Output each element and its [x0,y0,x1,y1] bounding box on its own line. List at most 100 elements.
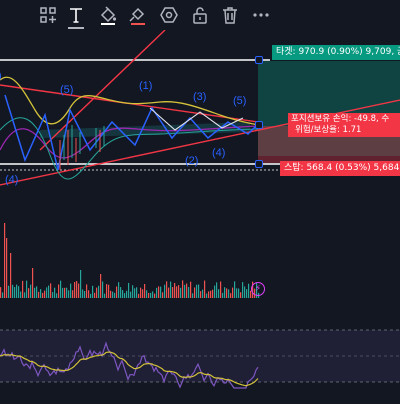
volume-bar [202,289,204,298]
volume-bar [210,290,212,298]
volume-bar [98,285,100,298]
drawing-toolbar [0,0,400,30]
volume-bar [204,280,206,298]
volume-bar [180,287,182,298]
volume-bar [116,286,118,298]
volume-bar [86,284,88,298]
volume-bar [214,285,216,298]
brush-bucket-icon[interactable] [126,3,150,27]
volume-bar [36,286,38,298]
volume-bar [54,287,56,298]
stop-handle[interactable] [255,160,263,168]
wave-label: (3) [193,91,206,103]
volume-bar [176,286,178,298]
volume-bar [168,287,170,298]
volume-bar [216,282,218,298]
settings-hex-icon[interactable] [157,3,181,27]
wave-label: (1) [139,80,152,92]
volume-bar [200,291,202,298]
volume-bar [102,281,104,298]
volume-bar [136,287,138,298]
volume-bar [12,284,14,298]
volume-bars [0,223,260,298]
volume-bar [34,287,36,298]
volume-bar [138,293,140,298]
volume-bar [206,293,208,298]
volume-bar [212,289,214,298]
volume-bar [84,290,86,298]
volume-bar [62,287,64,298]
volume-bar [60,280,62,298]
volume-bar [236,288,238,298]
position-pnl-box: 포지션보유 손익: -49.8, 수 위험/보상율: 1.71 [288,113,400,137]
text-tool-icon[interactable] [64,3,88,29]
volume-bar [80,270,82,298]
volume-bar [44,290,46,298]
volume-bar [126,290,128,298]
volume-bar [224,287,226,298]
unlock-icon[interactable] [188,3,212,27]
volume-bar [72,290,74,298]
volume-bar [154,293,156,298]
volume-bar [246,289,248,298]
volume-bar [240,292,242,298]
volume-bar [120,287,122,298]
volume-bar [198,284,200,298]
rsi-pane[interactable] [0,312,400,400]
trash-icon[interactable] [218,3,242,27]
wave-label: (4) [212,147,225,159]
volume-bar [52,292,54,298]
volume-bar [28,288,30,298]
wave-label: ) [0,70,2,82]
lightning-alert-icon[interactable]: ⚡ [251,282,265,296]
volume-bar [228,289,230,298]
volume-bar [96,287,98,298]
volume-bar [174,282,176,298]
volume-bar [74,281,76,298]
volume-bar [4,223,6,298]
volume-bar [48,285,50,298]
volume-bar [188,286,190,298]
volume-bar [144,283,146,298]
volume-bar [244,286,246,298]
volume-bar [110,290,112,298]
volume-bar [20,291,22,298]
volume-bar [172,287,174,298]
volume-bar [238,288,240,298]
more-icon[interactable] [249,3,273,27]
ma-yellow-line [0,76,259,126]
volume-bar [226,288,228,298]
volume-bar [78,283,80,298]
paint-bucket-icon[interactable] [96,3,120,27]
volume-bar [194,287,196,298]
volume-bar [118,282,120,298]
volume-bar [184,284,186,298]
volume-bar [106,284,108,298]
volume-bar [46,287,48,298]
volume-bar [158,286,160,298]
wave-label: (4) [5,174,18,186]
volume-bar [70,283,72,298]
volume-bar [16,284,18,298]
volume-bar [56,293,58,298]
volume-bar [128,282,130,298]
volume-bar [64,287,66,298]
volume-bar [132,285,134,298]
volume-bar [160,286,162,298]
volume-bar [50,283,52,298]
volume-bar [162,292,164,298]
volume-bar [82,289,84,298]
plus-grid-icon[interactable] [36,3,60,27]
volume-bar [196,284,198,298]
volume-bar [40,289,42,298]
volume-bar [2,292,4,298]
volume-pane[interactable] [0,220,400,310]
volume-bar [6,238,8,298]
volume-bar [76,281,78,298]
volume-bar [0,287,2,298]
volume-bar [90,293,92,298]
entry-handle[interactable] [255,121,263,129]
volume-bar [192,293,194,298]
target-handle[interactable] [255,56,263,64]
volume-bar [230,293,232,298]
